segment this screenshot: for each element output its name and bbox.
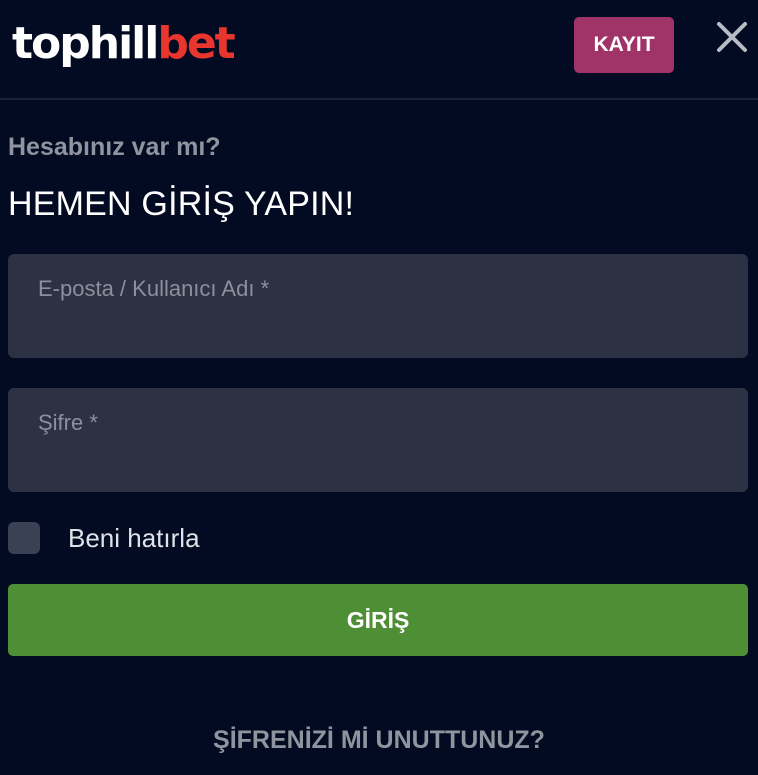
email-field[interactable]: E-posta / Kullanıcı Adı * (8, 254, 748, 358)
forgot-password-link[interactable]: ŞİFRENİZİ Mİ UNUTTUNUZ? (0, 726, 758, 755)
header: tophillbet KAYIT (0, 0, 758, 100)
register-button[interactable]: KAYIT (574, 17, 674, 73)
email-placeholder: E-posta / Kullanıcı Adı * (38, 276, 270, 301)
password-field[interactable]: Şifre * (8, 388, 748, 492)
password-placeholder: Şifre * (38, 410, 98, 435)
remember-me-checkbox[interactable] (8, 522, 40, 554)
remember-me-label[interactable]: Beni hatırla (68, 522, 200, 554)
login-subtitle: Hesabınız var mı? (8, 133, 221, 161)
close-button[interactable] (712, 17, 752, 57)
close-icon (717, 22, 747, 52)
logo[interactable]: tophillbet (12, 16, 236, 72)
logo-text-accent: bet (157, 18, 235, 69)
login-button[interactable]: GİRİŞ (8, 584, 748, 656)
login-page: tophillbet KAYIT Hesabınız var mı? HEMEN… (0, 0, 758, 775)
login-title: HEMEN GİRİŞ YAPIN! (8, 185, 355, 223)
logo-text-primary: tophill (12, 18, 159, 69)
